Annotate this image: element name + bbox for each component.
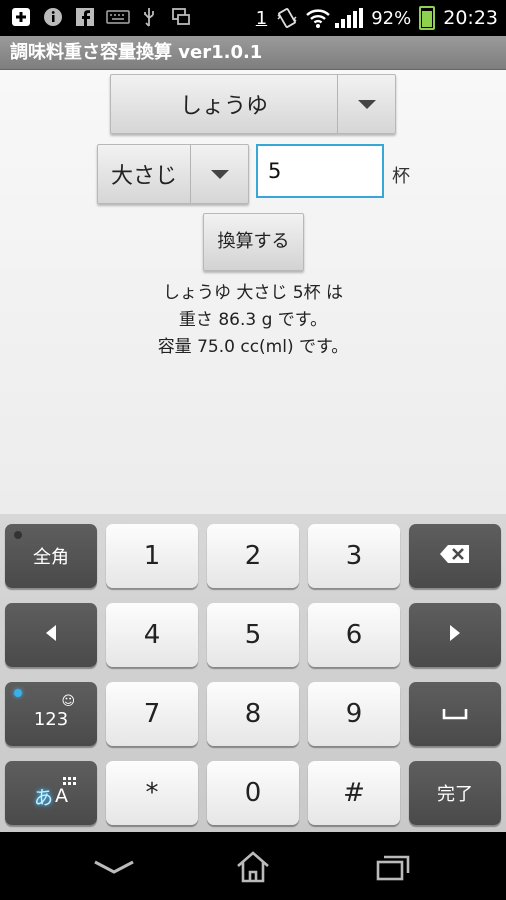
soft-keyboard: 全角 1 2 3 4 5 6 ☺ 123 7 8 9 あ A * 0 # 完了 <box>0 514 506 832</box>
zenkaku-key[interactable]: 全角 <box>5 524 97 588</box>
space-icon <box>442 704 468 725</box>
key-label: 0 <box>244 778 262 808</box>
key-label: # <box>343 778 365 808</box>
space-key[interactable] <box>409 682 501 746</box>
cursor-left-key[interactable] <box>5 603 97 667</box>
key-7[interactable]: 7 <box>106 682 198 746</box>
home-icon[interactable] <box>235 850 271 888</box>
indicator-dot <box>14 689 22 697</box>
done-label: 完了 <box>437 784 473 805</box>
key-8[interactable]: 8 <box>207 682 299 746</box>
chevron-down-icon <box>337 75 395 133</box>
key-hash[interactable]: # <box>308 761 400 825</box>
key-3[interactable]: 3 <box>308 524 400 588</box>
key-label: 8 <box>244 699 262 729</box>
chevron-down-icon <box>190 145 248 203</box>
usb-icon <box>138 6 160 28</box>
key-label: 3 <box>345 541 363 571</box>
smiley-icon: ☺ <box>61 694 75 709</box>
signal-icon <box>335 8 364 28</box>
app-title: 調味料重さ容量換算 ver1.0.1 <box>0 36 506 70</box>
ingredient-label: しょうゆ <box>179 94 268 119</box>
key-4[interactable]: 4 <box>106 603 198 667</box>
kana-label: あ <box>33 786 53 809</box>
result-text: しょうゆ 大さじ 5杯 は 重さ 86.3 g です。 容量 75.0 cc(m… <box>0 280 506 361</box>
status-bar: 1 92% 20:23 <box>0 0 506 36</box>
battery-icon <box>419 6 436 30</box>
key-9[interactable]: 9 <box>308 682 400 746</box>
indicator-dot <box>14 531 22 539</box>
arrow-left-icon <box>44 624 58 647</box>
sim-indicator: 1 <box>255 7 268 29</box>
key-2[interactable]: 2 <box>207 524 299 588</box>
input-mode-key[interactable]: あ A <box>5 761 97 825</box>
key-5[interactable]: 5 <box>207 603 299 667</box>
add-icon <box>10 6 32 28</box>
cursor-right-key[interactable] <box>409 603 501 667</box>
clock: 20:23 <box>443 7 498 29</box>
num-mode-label: 123 <box>33 708 69 730</box>
unit-label: 杯 <box>392 166 410 187</box>
zenkaku-label: 全角 <box>33 547 69 568</box>
key-label: * <box>145 778 159 808</box>
key-0[interactable]: 0 <box>207 761 299 825</box>
key-1[interactable]: 1 <box>106 524 198 588</box>
grid-icon <box>63 771 77 792</box>
result-line-1: しょうゆ 大さじ 5杯 は <box>162 283 344 303</box>
num-mode-key[interactable]: ☺ 123 <box>5 682 97 746</box>
key-label: 5 <box>244 620 262 650</box>
keyboard-icon <box>106 6 130 28</box>
recent-apps-icon[interactable] <box>376 854 410 886</box>
backspace-key[interactable] <box>409 524 501 588</box>
measure-spinner[interactable]: 大さじ <box>97 144 249 204</box>
key-label: 9 <box>345 699 363 729</box>
key-6[interactable]: 6 <box>308 603 400 667</box>
vibrate-icon <box>275 7 297 29</box>
key-label: 6 <box>345 620 363 650</box>
amount-input[interactable]: 5 <box>256 144 384 198</box>
arrow-right-icon <box>448 624 462 647</box>
wifi-icon <box>305 7 331 29</box>
facebook-icon <box>74 6 96 28</box>
key-label: 4 <box>143 620 161 650</box>
key-asterisk[interactable]: * <box>106 761 198 825</box>
measure-label: 大さじ <box>110 164 177 189</box>
screen-icon <box>170 6 192 28</box>
convert-button[interactable]: 換算する <box>203 213 304 271</box>
info-icon <box>42 6 64 28</box>
key-label: 2 <box>244 541 262 571</box>
battery-percent: 92% <box>371 7 412 29</box>
result-line-3: 容量 75.0 cc(ml) です。 <box>157 337 349 357</box>
key-label: 7 <box>143 699 161 729</box>
result-line-2: 重さ 86.3 g です。 <box>178 310 328 330</box>
key-label: 1 <box>143 541 161 571</box>
ingredient-spinner[interactable]: しょうゆ <box>110 74 396 134</box>
back-icon[interactable] <box>92 858 136 880</box>
backspace-icon <box>439 544 471 569</box>
app-content: しょうゆ 大さじ 5 杯 換算する しょうゆ 大さじ 5杯 は 重さ 86.3 … <box>0 70 506 514</box>
done-key[interactable]: 完了 <box>409 761 501 825</box>
navigation-bar <box>0 832 506 900</box>
